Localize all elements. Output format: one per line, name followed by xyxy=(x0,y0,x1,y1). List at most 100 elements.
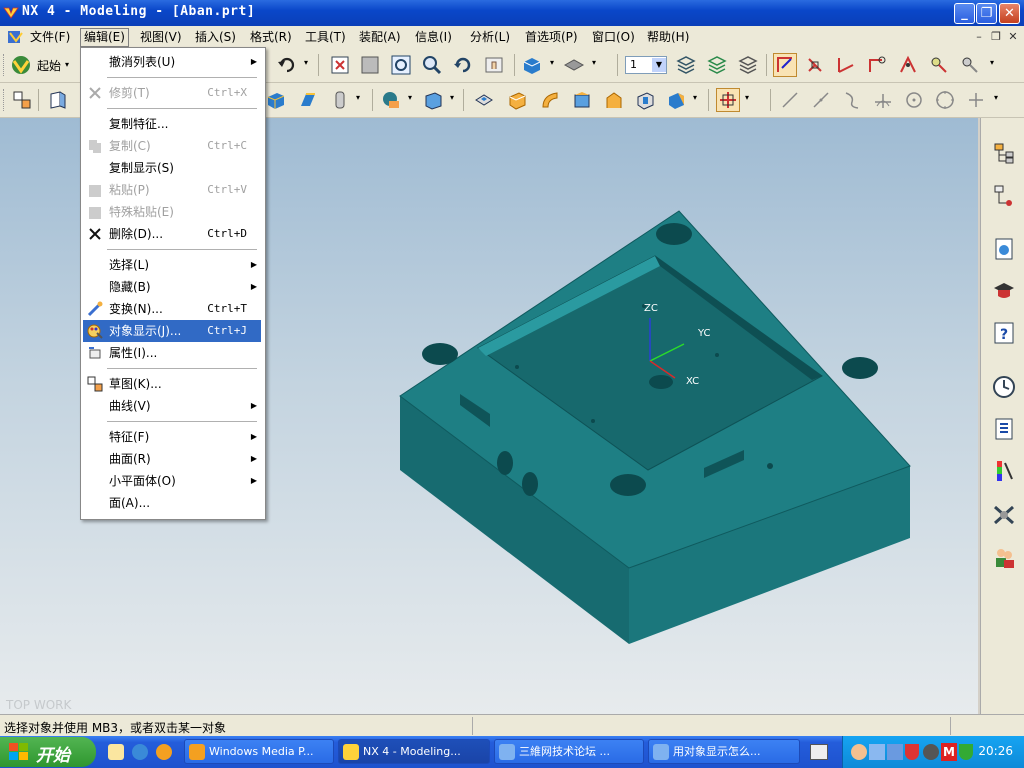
menu-item-sketch[interactable]: 草图(K)... xyxy=(83,373,261,395)
doc-restore-icon[interactable]: ❐ xyxy=(989,30,1003,44)
start-menu-button[interactable]: 开始 xyxy=(0,737,96,767)
menu-item-copy-feature[interactable]: 复制特征... xyxy=(83,113,261,135)
toolbar-grip[interactable] xyxy=(3,89,7,111)
visualization-icon[interactable] xyxy=(991,458,1017,484)
selection-filter-icon[interactable] xyxy=(773,53,797,77)
shell-icon[interactable] xyxy=(472,88,496,112)
menu-tools[interactable]: 工具(T) xyxy=(302,29,349,46)
zoom-window-icon[interactable] xyxy=(358,53,382,77)
snap-toggle-icon[interactable] xyxy=(958,53,982,77)
menu-edit[interactable]: 编辑(E) xyxy=(80,28,129,47)
view-orient-icon[interactable] xyxy=(562,53,586,77)
toolbar-grip[interactable] xyxy=(3,54,7,76)
curve-dropdown-icon[interactable]: ▾ xyxy=(994,93,998,102)
maximize-button[interactable]: ❐ xyxy=(976,3,997,24)
menu-item-hide[interactable]: 隐藏(B) ▶ xyxy=(83,276,261,298)
slot-icon[interactable] xyxy=(664,88,688,112)
pocket-icon[interactable] xyxy=(602,88,626,112)
menu-help[interactable]: 帮助(H) xyxy=(644,29,692,46)
menu-item-object-display[interactable]: 对象显示(J)... Ctrl+J xyxy=(83,320,261,342)
menu-item-facet-body[interactable]: 小平面体(O) ▶ xyxy=(83,470,261,492)
menu-item-trim[interactable]: 修剪(T) Ctrl+X xyxy=(83,82,261,104)
endpoint-icon[interactable] xyxy=(865,53,889,77)
menu-format[interactable]: 格式(R) xyxy=(247,29,295,46)
menu-item-undo-list[interactable]: 撤消列表(U) ▶ xyxy=(83,51,261,73)
block-icon[interactable] xyxy=(264,88,288,112)
menu-item-copy-display[interactable]: 复制显示(S) xyxy=(83,157,261,179)
internet-explorer-icon[interactable] xyxy=(991,236,1017,262)
undo-icon[interactable] xyxy=(275,53,299,77)
menu-item-transform[interactable]: 变换(N)... Ctrl+T xyxy=(83,298,261,320)
history-icon[interactable] xyxy=(991,374,1017,400)
part-navigator-icon[interactable] xyxy=(10,88,34,112)
menu-item-paste-special[interactable]: 特殊粘贴(E) xyxy=(83,201,261,223)
menu-insert[interactable]: 插入(S) xyxy=(192,29,239,46)
edge-blend-icon[interactable] xyxy=(421,88,445,112)
menu-window[interactable]: 窗口(O) xyxy=(589,29,638,46)
tangent-line-icon[interactable] xyxy=(871,88,895,112)
menu-assembly[interactable]: 装配(A) xyxy=(356,29,404,46)
menu-view[interactable]: 视图(V) xyxy=(137,29,185,46)
line-icon[interactable] xyxy=(778,88,802,112)
close-button[interactable]: ✕ xyxy=(999,3,1020,24)
network-tray-icon[interactable] xyxy=(869,744,885,760)
menu-item-paste[interactable]: 粘贴(P) Ctrl+V xyxy=(83,179,261,201)
keyboard-icon[interactable] xyxy=(810,744,828,760)
taskbar-forum[interactable]: 三維网技术论坛 ... xyxy=(494,739,644,764)
shield-icon[interactable] xyxy=(959,744,973,760)
point-constructor-icon[interactable] xyxy=(716,88,740,112)
menu-item-properties[interactable]: 属性(I)... xyxy=(83,342,261,364)
boss-icon[interactable] xyxy=(570,88,594,112)
process-studio-icon[interactable] xyxy=(991,502,1017,528)
start-button[interactable]: 起始 ▾ xyxy=(10,54,72,76)
menu-item-delete[interactable]: 删除(D)... Ctrl+D xyxy=(83,223,261,245)
zoom-area-icon[interactable] xyxy=(389,53,413,77)
extrude-icon[interactable] xyxy=(296,88,320,112)
point-dropdown-icon[interactable]: ▾ xyxy=(745,93,749,102)
circle-icon[interactable] xyxy=(933,88,957,112)
blend-dropdown-icon[interactable]: ▾ xyxy=(450,93,454,102)
menu-analysis[interactable]: 分析(L) xyxy=(467,29,513,46)
hole-icon[interactable] xyxy=(538,88,562,112)
datum-plane-icon[interactable] xyxy=(380,88,404,112)
form-feature-dropdown-icon[interactable]: ▾ xyxy=(693,93,697,102)
assembly-navigator-icon[interactable] xyxy=(991,140,1017,166)
taskbar-object-display[interactable]: 用对象显示怎么... xyxy=(648,739,800,764)
ie-quicklaunch-icon[interactable] xyxy=(132,744,148,760)
fit-view-icon[interactable] xyxy=(328,53,352,77)
arc-icon[interactable] xyxy=(840,88,864,112)
menu-information[interactable]: 信息(I) xyxy=(412,29,455,46)
mcafee-icon[interactable]: M xyxy=(941,743,957,761)
midpoint-icon[interactable] xyxy=(896,53,920,77)
taskbar-nx-modeling[interactable]: NX 4 - Modeling... xyxy=(338,739,490,764)
minimize-button[interactable]: _ xyxy=(954,3,975,24)
point-icon[interactable] xyxy=(964,88,988,112)
move-to-layer-icon[interactable] xyxy=(736,53,760,77)
part-navigator-tab-icon[interactable] xyxy=(991,182,1017,208)
datum-dropdown-icon[interactable]: ▾ xyxy=(408,93,412,102)
menu-item-feature[interactable]: 特征(F) ▶ xyxy=(83,426,261,448)
rotate-icon[interactable] xyxy=(451,53,475,77)
menu-item-curve[interactable]: 曲线(V) ▶ xyxy=(83,395,261,417)
sketch-plane-icon[interactable] xyxy=(46,88,70,112)
angle-icon[interactable] xyxy=(834,53,858,77)
menu-file[interactable]: 文件(F) xyxy=(27,29,73,46)
toolbar-options-icon[interactable]: ▾ xyxy=(990,58,994,67)
menu-item-copy[interactable]: 复制(C) Ctrl+C xyxy=(83,135,261,157)
qq-tray-icon[interactable] xyxy=(851,744,867,760)
help-icon[interactable]: ? xyxy=(991,320,1017,346)
snap-setting-icon[interactable] xyxy=(927,53,951,77)
rendering-style-icon[interactable] xyxy=(520,53,544,77)
media-player-quicklaunch-icon[interactable] xyxy=(156,744,172,760)
system-materials-icon[interactable] xyxy=(991,416,1017,442)
line-by-points-icon[interactable] xyxy=(809,88,833,112)
taskbar-media-player[interactable]: Windows Media P... xyxy=(184,739,334,764)
menu-item-face[interactable]: 面(A)... xyxy=(83,492,261,514)
tray-icon[interactable] xyxy=(923,744,939,760)
zoom-icon[interactable] xyxy=(420,53,444,77)
menu-item-surface[interactable]: 曲面(R) ▶ xyxy=(83,448,261,470)
pan-icon[interactable] xyxy=(482,53,506,77)
layer-visible-icon[interactable] xyxy=(705,53,729,77)
doc-close-icon[interactable]: ✕ xyxy=(1006,30,1020,44)
menu-preferences[interactable]: 首选项(P) xyxy=(522,29,581,46)
